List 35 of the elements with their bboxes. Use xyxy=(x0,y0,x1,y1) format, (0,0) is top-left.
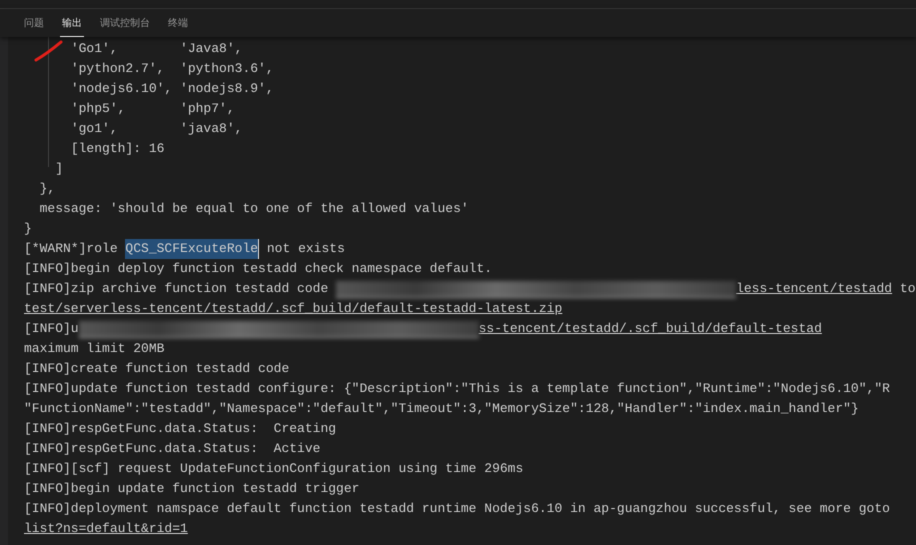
log-text: [INFO]zip archive function testadd code xyxy=(24,280,330,298)
panel-tab[interactable]: 终端 xyxy=(166,9,190,37)
log-text: not exists xyxy=(266,240,345,258)
log-text: [INFO]u xyxy=(24,320,79,338)
log-text: [INFO]begin update function testadd trigger xyxy=(24,480,360,498)
panel-tab[interactable]: 输出 xyxy=(60,9,84,37)
log-text: 'go1', 'java8', xyxy=(70,120,242,138)
log-text: 'python2.7', 'python3.6', xyxy=(70,60,274,78)
file-path-link[interactable]: ss-tencent/testadd/.scf_build/default-testad xyxy=(478,319,822,339)
log-text: [INFO][scf] request UpdateFunctionConfiguration using time 296ms xyxy=(24,460,524,478)
log-text: message: 'should be equal to one of the allowed values' xyxy=(40,200,469,218)
log-text: [INFO]begin deploy function testadd check namespace default. xyxy=(24,260,492,278)
log-text: "FunctionName":"testadd","Namespace":"default","Timeout":3,"MemorySize":128,"Handler":"index.main_handler"} xyxy=(24,400,859,418)
log-text: 'php5', 'php7', xyxy=(70,100,235,118)
log-text: }, xyxy=(40,180,56,198)
log-text: [*WARN*]role xyxy=(24,240,119,258)
log-text: } xyxy=(24,220,32,238)
file-path-link[interactable]: test/serverless-tencent/testadd/.scf_build/default-testadd-latest.zip xyxy=(24,299,562,319)
annotation-stroke xyxy=(34,39,64,63)
file-path-link[interactable]: list?ns=default&rid=1 xyxy=(24,519,188,539)
log-text: [INFO]respGetFunc.data.Status: Active xyxy=(24,440,320,458)
log-text: 'nodejs6.10', 'nodejs8.9', xyxy=(70,80,274,98)
log-text: [INFO]respGetFunc.data.Status: Creating xyxy=(24,420,336,438)
log-text: [INFO]update function testadd configure: {"Description":"This is a template function","Runtime":"Nodejs6.10","R xyxy=(24,380,890,398)
panel-tab[interactable]: 调试控制台 xyxy=(98,9,152,37)
file-path-link[interactable]: less-tencent/testadd xyxy=(736,279,892,299)
log-text: ] xyxy=(55,160,64,178)
log-text: [length]: 16 xyxy=(70,140,164,158)
selected-text: QCS_SCFExcuteRole xyxy=(125,239,260,259)
panel-tab[interactable]: 问题 xyxy=(22,9,46,37)
log-text: [INFO]create function testadd code xyxy=(24,360,290,378)
log-text: to xyxy=(900,280,916,298)
log-text: 'Go1', 'Java8', xyxy=(70,40,242,58)
log-text: maximum limit 20MB xyxy=(24,340,164,358)
log-text: [INFO]deployment namspace default function testadd runtime Nodejs6.10 in ap-guangzhou successful, see more goto xyxy=(24,500,890,518)
